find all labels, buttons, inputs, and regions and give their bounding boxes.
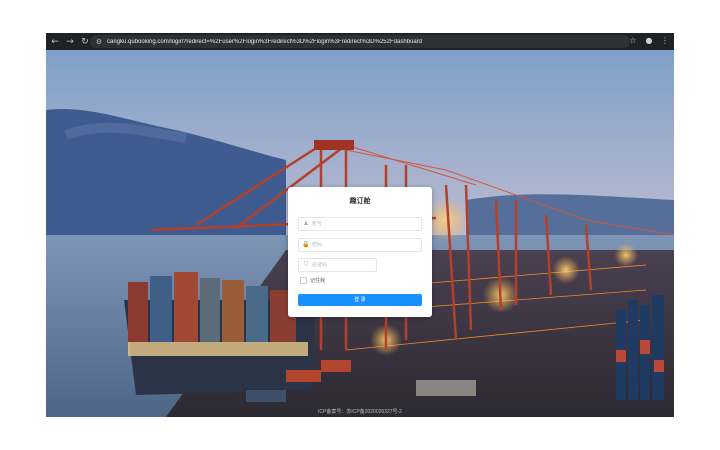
- site-info-icon[interactable]: ⚙: [94, 37, 104, 47]
- browser-window: ← → ↻ ⚙ cangku.qubooking.com/login?redir…: [46, 33, 674, 417]
- account-input[interactable]: [310, 221, 412, 227]
- remember-me[interactable]: 记住我: [300, 277, 325, 284]
- browser-toolbar: ← → ↻ ⚙ cangku.qubooking.com/login?redir…: [46, 33, 674, 50]
- captcha-input[interactable]: [310, 262, 372, 268]
- shield-icon: ⛉: [303, 261, 309, 268]
- star-icon[interactable]: ☆: [628, 36, 638, 46]
- icp-footer[interactable]: ICP备案号：苏ICP备2020026327号-2: [46, 408, 674, 415]
- password-field[interactable]: 🔒: [298, 238, 422, 252]
- login-button[interactable]: 登 录: [298, 294, 422, 306]
- kebab-menu-icon[interactable]: ⋮: [660, 36, 670, 46]
- login-card: 趣订舱 ♟ 🔒 ⛉ 记住我 登 录: [288, 187, 432, 317]
- back-button[interactable]: ←: [49, 36, 61, 48]
- profile-icon[interactable]: ●: [644, 36, 654, 46]
- url-text[interactable]: cangku.qubooking.com/login?redirect=%2Fu…: [107, 39, 422, 45]
- captcha-field[interactable]: ⛉: [298, 258, 377, 272]
- remember-label: 记住我: [310, 278, 326, 284]
- address-bar[interactable]: ⚙ cangku.qubooking.com/login?redirect=%2…: [90, 35, 630, 48]
- login-title: 趣订舱: [349, 198, 371, 205]
- lock-icon: 🔒: [302, 241, 310, 248]
- password-input[interactable]: [310, 242, 412, 248]
- toolbar-actions: ☆ ● ⋮: [628, 36, 670, 46]
- user-icon: ♟: [303, 220, 309, 227]
- login-page: 趣订舱 ♟ 🔒 ⛉ 记住我 登 录 ICP备案号：苏ICP备2020026327…: [46, 50, 674, 417]
- forward-button[interactable]: →: [64, 36, 76, 48]
- remember-checkbox[interactable]: [300, 277, 307, 284]
- account-field[interactable]: ♟: [298, 217, 422, 231]
